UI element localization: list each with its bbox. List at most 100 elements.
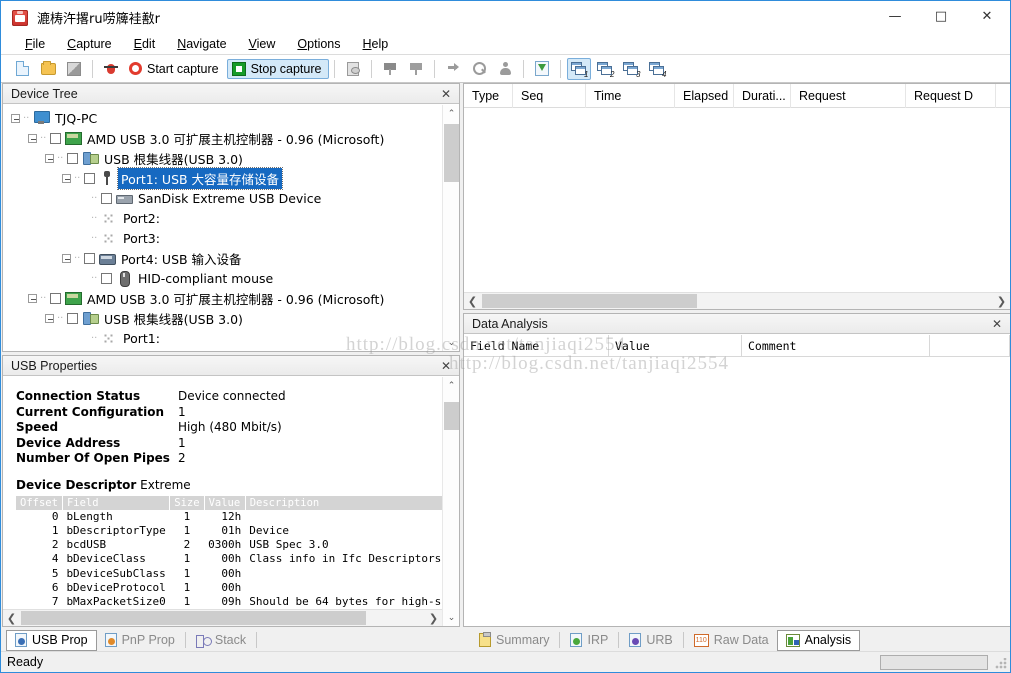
expander-collapse-icon[interactable] [28, 133, 37, 143]
device-tree-scrollbar[interactable]: ⌃ ⌄ [442, 105, 459, 351]
row-checkbox[interactable] [101, 272, 112, 284]
column-header-field[interactable]: Field [62, 495, 171, 510]
filter-button[interactable] [404, 58, 428, 80]
row-checkbox[interactable] [84, 252, 95, 264]
row-checkbox[interactable] [84, 172, 95, 184]
capture-column-header[interactable]: Elapsed [675, 84, 734, 108]
layout-4-button[interactable]: 4 [645, 58, 669, 80]
row-checkbox[interactable] [50, 132, 61, 144]
close-icon[interactable]: ✕ [989, 317, 1005, 331]
menu-options[interactable]: Options [286, 35, 351, 53]
row-checkbox[interactable] [67, 152, 78, 164]
expander-collapse-icon[interactable] [28, 293, 37, 303]
capture-column-header[interactable]: Seq [513, 84, 586, 108]
device-tree-row[interactable]: ·· Port3: [3, 228, 442, 248]
scroll-down-icon[interactable]: ⌄ [443, 334, 459, 351]
tab-raw-data[interactable]: 110 Raw Data [686, 630, 777, 651]
debug-settings-button[interactable] [99, 58, 123, 80]
tab-usb-prop[interactable]: USB Prop [6, 629, 97, 651]
resize-grip-icon[interactable] [995, 658, 1007, 670]
analysis-column-header[interactable]: Value [609, 335, 742, 357]
tab-urb[interactable]: URB [621, 630, 680, 651]
device-tree-row[interactable]: ·· USB 根集线器(USB 3.0) [3, 308, 442, 328]
maximize-button[interactable]: □ [918, 1, 964, 31]
expander-collapse-icon[interactable] [45, 313, 54, 323]
capture-column-header[interactable]: Type [464, 84, 513, 108]
capture-column-header[interactable]: Request D [906, 84, 996, 108]
scroll-left-icon[interactable]: ❮ [464, 293, 481, 309]
find-page-button[interactable] [341, 58, 365, 80]
start-capture-button[interactable]: Start capture [124, 59, 227, 79]
descriptor-row[interactable]: 7 bMaxPacketSize0 1 09h Should be 64 bytes f… [16, 595, 442, 608]
close-icon[interactable]: ✕ [438, 359, 454, 373]
device-tree-row[interactable]: ·· AMD USB 3.0 可扩展主机控制器 - 0.96 (Microsoft… [3, 288, 442, 308]
column-header-size[interactable]: Size [169, 495, 205, 510]
expander-collapse-icon[interactable] [62, 173, 71, 183]
tab-summary[interactable]: Summary [471, 630, 557, 651]
minimize-button[interactable]: — [872, 1, 918, 31]
scroll-right-icon[interactable]: ❯ [993, 293, 1010, 309]
jump-button[interactable] [441, 58, 465, 80]
row-checkbox[interactable] [50, 292, 61, 304]
scroll-up-icon[interactable]: ⌃ [443, 105, 459, 122]
device-tree-row[interactable]: ·· Port1: [3, 328, 442, 348]
expander-collapse-icon[interactable] [45, 153, 54, 163]
usb-properties-scrollbar[interactable]: ⌃ ⌄ [442, 377, 459, 626]
scrollbar-thumb[interactable] [444, 124, 459, 182]
menu-view[interactable]: View [238, 35, 287, 53]
menu-edit[interactable]: Edit [123, 35, 167, 53]
device-tree-row[interactable]: ·· AMD USB 3.0 可扩展主机控制器 - 0.96 (Microsoft… [3, 128, 442, 148]
row-checkbox[interactable] [67, 312, 78, 324]
row-checkbox[interactable] [101, 192, 112, 204]
descriptor-row[interactable]: 0 bLength 1 12h [16, 510, 442, 524]
device-tree-row[interactable]: ·· HID-compliant mouse [3, 268, 442, 288]
expander-collapse-icon[interactable] [11, 113, 20, 123]
tab-irp[interactable]: IRP [562, 630, 616, 651]
descriptor-row[interactable]: 4 bDeviceClass 1 00h Class info in Ifc Descr… [16, 552, 442, 566]
device-tree-row[interactable]: ·· TJQ-PC [3, 108, 442, 128]
column-header-offset[interactable]: Offset [16, 495, 63, 510]
bookmark-button[interactable] [493, 58, 517, 80]
descriptor-row[interactable]: 2 bcdUSB 2 0300h USB Spec 3.0 [16, 538, 442, 552]
device-tree-row[interactable]: ·· USB 根集线器(USB 3.0) [3, 148, 442, 168]
capture-column-header[interactable]: Time [586, 84, 675, 108]
capture-list-hscrollbar[interactable]: ❮ ❯ [464, 292, 1010, 309]
tab-analysis[interactable]: Analysis [776, 629, 861, 651]
menu-navigate[interactable]: Navigate [166, 35, 237, 53]
device-tree-row[interactable]: ·· Port4: USB 输入设备 [3, 248, 442, 268]
open-file-button[interactable] [36, 58, 60, 80]
column-header-description[interactable]: Description [245, 495, 442, 510]
close-icon[interactable]: ✕ [438, 87, 454, 101]
hscrollbar-thumb[interactable] [482, 294, 697, 308]
device-tree-row[interactable]: ·· Port2: [3, 208, 442, 228]
expander-collapse-icon[interactable] [62, 253, 71, 263]
scroll-down-icon[interactable]: ⌄ [443, 609, 459, 626]
filter-settings-button[interactable] [378, 58, 402, 80]
tab-pnp-prop[interactable]: PnP Prop [97, 630, 183, 651]
scrollbar-thumb[interactable] [444, 402, 459, 430]
tab-stack[interactable]: Stack [188, 630, 254, 651]
layout-2-button[interactable]: 2 [593, 58, 617, 80]
layout-1-button[interactable]: 1 [567, 57, 592, 80]
analysis-column-header[interactable]: Field Name [464, 335, 609, 357]
export-button[interactable] [530, 58, 554, 80]
device-tree-row[interactable]: ·· SanDisk Extreme USB Device [3, 188, 442, 208]
scroll-left-icon[interactable]: ❮ [3, 610, 20, 626]
descriptor-row[interactable]: 1 bDescriptorType 1 01h Device [16, 524, 442, 538]
hscrollbar-thumb[interactable] [21, 611, 366, 625]
new-file-button[interactable] [10, 58, 34, 80]
analysis-column-header[interactable]: Comment [742, 335, 930, 357]
menu-file[interactable]: File [14, 35, 56, 53]
close-button[interactable]: ✕ [964, 1, 1010, 31]
descriptor-row[interactable]: 5 bDeviceSubClass 1 00h [16, 567, 442, 581]
search-button[interactable] [467, 58, 491, 80]
layout-3-button[interactable]: 3 [619, 58, 643, 80]
stop-capture-button[interactable]: Stop capture [226, 58, 330, 79]
capture-column-header[interactable]: Durati... [734, 84, 791, 108]
scroll-right-icon[interactable]: ❯ [425, 610, 442, 626]
capture-column-header[interactable]: Request [791, 84, 906, 108]
menu-help[interactable]: Help [352, 35, 400, 53]
column-header-value[interactable]: Value [204, 495, 246, 510]
device-tree-row[interactable]: ·· Port1: USB 大容量存储设备 [3, 166, 442, 190]
menu-capture[interactable]: Capture [56, 35, 122, 53]
